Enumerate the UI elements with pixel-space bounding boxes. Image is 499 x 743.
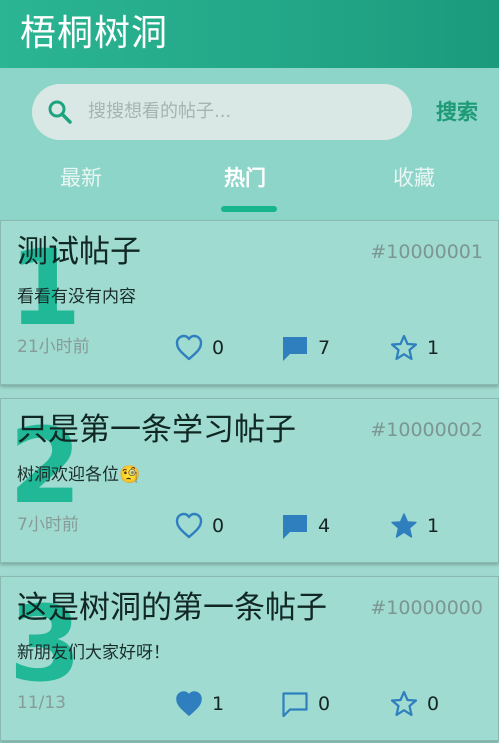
like-count: 0 xyxy=(212,337,225,359)
comment-filled-icon xyxy=(280,333,310,363)
post-title: 只是第一条学习帖子 xyxy=(17,412,296,448)
heart-outline-icon xyxy=(174,333,204,363)
post-content: 看看有没有内容 xyxy=(17,287,136,307)
comment-count: 4 xyxy=(318,515,331,537)
post-card[interactable]: 2 只是第一条学习帖子 #10000002 树洞欢迎各位🧐 7小时前 0 4 1 xyxy=(0,398,499,563)
post-title: 这是树洞的第一条帖子 xyxy=(17,590,327,626)
comment-count: 7 xyxy=(318,337,331,359)
star-outline-icon xyxy=(389,333,419,363)
app-title: 梧桐树洞 xyxy=(20,13,169,54)
post-card[interactable]: 1 测试帖子 #10000001 看看有没有内容 21小时前 0 7 1 xyxy=(0,220,499,385)
post-id: #10000000 xyxy=(370,597,483,619)
comment-outline-icon xyxy=(280,689,310,719)
comment-filled-icon xyxy=(280,511,310,541)
post-time: 7小时前 xyxy=(17,515,79,535)
app-header: 梧桐树洞 xyxy=(0,0,499,68)
star-count: 1 xyxy=(427,337,440,359)
heart-filled-icon xyxy=(174,689,204,719)
post-content: 树洞欢迎各位🧐 xyxy=(17,465,141,485)
star-count: 1 xyxy=(427,515,440,537)
post-id: #10000002 xyxy=(370,419,483,441)
like-count: 1 xyxy=(212,693,225,715)
search-icon xyxy=(46,98,74,126)
search-and-tabs-panel: 搜搜想看的帖子... 搜索 最新 热门 收藏 xyxy=(0,68,499,220)
post-title: 测试帖子 xyxy=(17,234,141,270)
active-tab-indicator xyxy=(221,206,277,212)
heart-outline-icon xyxy=(174,511,204,541)
tab-latest[interactable]: 最新 xyxy=(60,164,102,192)
comment-count: 0 xyxy=(318,693,331,715)
post-id: #10000001 xyxy=(370,241,483,263)
search-placeholder: 搜搜想看的帖子... xyxy=(88,101,232,122)
star-outline-icon xyxy=(389,689,419,719)
post-time: 11/13 xyxy=(17,693,66,713)
like-count: 0 xyxy=(212,515,225,537)
star-count: 0 xyxy=(427,693,440,715)
post-time: 21小时前 xyxy=(17,337,90,357)
post-content: 新朋友们大家好呀！ xyxy=(17,643,170,663)
post-card[interactable]: 3 这是树洞的第一条帖子 #10000000 新朋友们大家好呀！ 11/13 1… xyxy=(0,576,499,741)
search-button[interactable]: 搜索 xyxy=(436,98,478,126)
tab-hot[interactable]: 热门 xyxy=(224,164,266,192)
star-filled-icon xyxy=(389,511,419,541)
search-input[interactable]: 搜搜想看的帖子... xyxy=(32,84,412,140)
tab-favorites[interactable]: 收藏 xyxy=(393,164,435,192)
